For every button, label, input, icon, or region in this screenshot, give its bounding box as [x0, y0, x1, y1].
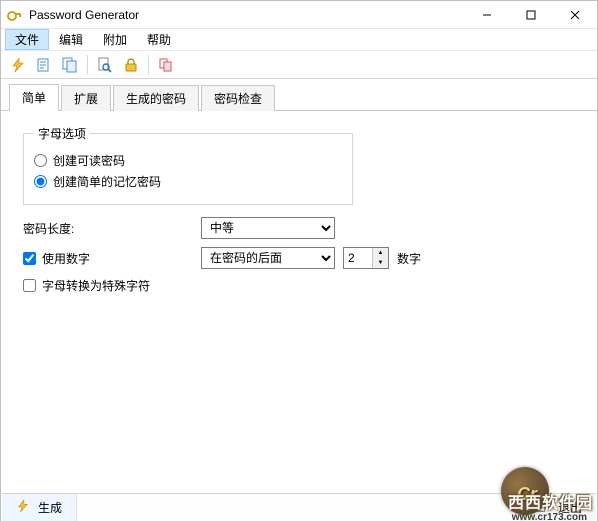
generate-button-label: 生成: [38, 499, 62, 516]
tab-extended-label: 扩展: [74, 92, 98, 106]
exit-button[interactable]: 退出: [521, 494, 596, 521]
app-icon: [7, 7, 23, 23]
tab-panel-simple: 字母选项 创建可读密码 创建简单的记忆密码 密码长度: 短 中等 长 使用数字 …: [1, 111, 597, 308]
tab-strip: 简单 扩展 生成的密码 密码检查: [1, 83, 597, 111]
bottom-bar: 生成 退出: [2, 493, 596, 521]
menu-extra[interactable]: 附加: [93, 29, 137, 50]
menu-edit[interactable]: 编辑: [49, 29, 93, 50]
menu-edit-label: 编辑: [59, 33, 83, 47]
tab-generated-label: 生成的密码: [126, 92, 186, 106]
lightning-icon: [16, 499, 30, 516]
menu-file-label: 文件: [15, 33, 39, 47]
toolbar: [1, 51, 597, 79]
tab-extended[interactable]: 扩展: [61, 85, 111, 111]
row-use-numbers: 使用数字 在密码的前面 在密码的后面 随机 ▲ ▼ 数字: [23, 247, 581, 269]
tab-check-label: 密码检查: [214, 92, 262, 106]
use-numbers-checkbox[interactable]: [23, 252, 36, 265]
menu-file[interactable]: 文件: [5, 29, 49, 50]
menu-help-label: 帮助: [147, 33, 171, 47]
row-length: 密码长度: 短 中等 长: [23, 217, 581, 239]
menu-bar: 文件 编辑 附加 帮助: [1, 29, 597, 51]
tab-check[interactable]: 密码检查: [201, 85, 275, 111]
exit-icon: [536, 499, 550, 516]
menu-help[interactable]: 帮助: [137, 29, 181, 50]
length-select[interactable]: 短 中等 长: [201, 217, 335, 239]
spin-down-icon[interactable]: ▼: [373, 258, 388, 268]
radio-readable[interactable]: [34, 154, 47, 167]
minimize-button[interactable]: [465, 1, 509, 29]
number-count-input[interactable]: [344, 248, 372, 268]
window-controls: [465, 1, 597, 29]
length-label: 密码长度:: [23, 220, 74, 237]
generate-button[interactable]: 生成: [2, 494, 77, 521]
letter-options-legend: 字母选项: [34, 125, 90, 142]
exit-button-label: 退出: [558, 499, 582, 516]
title-bar: Password Generator: [1, 1, 597, 29]
search-file-icon[interactable]: [94, 54, 116, 76]
convert-special-checkbox[interactable]: [23, 279, 36, 292]
convert-special-label[interactable]: 字母转换为特殊字符: [42, 277, 150, 294]
letter-options-group: 字母选项 创建可读密码 创建简单的记忆密码: [23, 125, 353, 205]
radio-simple-memory[interactable]: [34, 175, 47, 188]
tab-generated[interactable]: 生成的密码: [113, 85, 199, 111]
row-convert-special: 字母转换为特殊字符: [23, 277, 581, 294]
use-numbers-label[interactable]: 使用数字: [42, 250, 90, 267]
numbers-position-select[interactable]: 在密码的前面 在密码的后面 随机: [201, 247, 335, 269]
toolbar-separator: [148, 55, 149, 75]
number-count-suffix: 数字: [397, 250, 421, 267]
radio-readable-label[interactable]: 创建可读密码: [53, 152, 125, 169]
window-title: Password Generator: [29, 8, 139, 22]
tab-simple[interactable]: 简单: [9, 84, 59, 111]
radio-simple-memory-label[interactable]: 创建简单的记忆密码: [53, 173, 161, 190]
spin-up-icon[interactable]: ▲: [373, 248, 388, 258]
two-docs-icon[interactable]: [155, 54, 177, 76]
tab-simple-label: 简单: [22, 91, 46, 105]
bottom-spacer: [77, 494, 521, 521]
menu-extra-label: 附加: [103, 33, 127, 47]
lightning-icon[interactable]: [7, 54, 29, 76]
lock-icon[interactable]: [120, 54, 142, 76]
note-icon[interactable]: [33, 54, 55, 76]
maximize-button[interactable]: [509, 1, 553, 29]
toolbar-separator: [87, 55, 88, 75]
close-button[interactable]: [553, 1, 597, 29]
copy-list-icon[interactable]: [59, 54, 81, 76]
number-count-spinner[interactable]: ▲ ▼: [343, 247, 389, 269]
